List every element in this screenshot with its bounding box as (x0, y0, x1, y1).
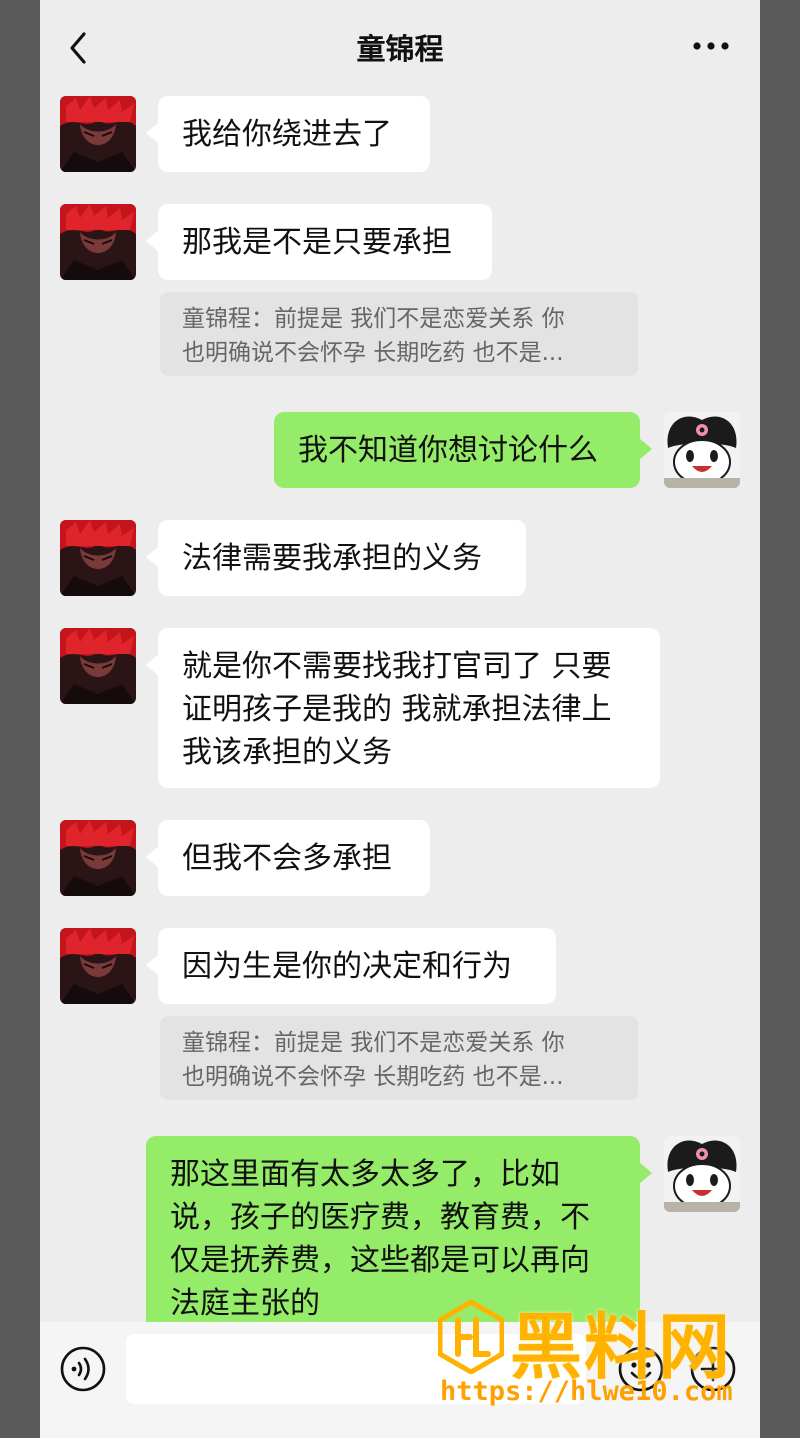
quote-line: 童锦程：前提是 我们不是恋爱关系 你 (182, 1030, 565, 1056)
chat-header: 童锦程 (40, 0, 760, 96)
message-bubble[interactable]: 法律需要我承担的义务 (146, 520, 526, 596)
contact-avatar[interactable] (60, 820, 136, 896)
message-text: 我不知道你想讨论什么 (298, 433, 598, 468)
message-bubble[interactable]: 但我不会多承担 (146, 820, 430, 896)
voice-icon[interactable] (60, 1346, 106, 1392)
contact-avatar[interactable] (60, 96, 136, 172)
self-avatar[interactable] (664, 1136, 740, 1212)
message-line: 说，孩子的医疗费，教育费，不 (170, 1200, 590, 1235)
message-line: 仅是抚养费，这些都是可以再向 (170, 1243, 590, 1278)
contact-avatar[interactable] (60, 628, 136, 704)
contact-avatar[interactable] (60, 928, 136, 1004)
chat-screen: 童锦程 我给你绕进去了 那我是不是只要承担 童锦程：前提是 我们不是恋爱关系 你… (40, 0, 760, 1438)
quote-line: 童锦程：前提是 我们不是恋爱关系 你 (182, 306, 565, 332)
contact-avatar[interactable] (60, 204, 136, 280)
message-text: 法律需要我承担的义务 (182, 541, 482, 576)
watermark-logo-icon (438, 1300, 504, 1374)
message-bubble[interactable]: 那我是不是只要承担 (146, 204, 492, 280)
watermark-url: https://hlwe10.com (440, 1376, 733, 1407)
quote-line: 也明确说不会怀孕 长期吃药 也不是... (182, 340, 564, 366)
message-bubble[interactable]: 我给你绕进去了 (146, 96, 430, 172)
chat-title: 童锦程 (356, 32, 444, 66)
contact-avatar[interactable] (60, 520, 136, 596)
message-line: 那这里面有太多太多了，比如 (170, 1157, 560, 1192)
message-line: 我该承担的义务 (182, 735, 392, 770)
message-text: 但我不会多承担 (182, 841, 392, 876)
quote-line: 也明确说不会怀孕 长期吃药 也不是... (182, 1064, 564, 1090)
quoted-reply[interactable]: 童锦程：前提是 我们不是恋爱关系 你 也明确说不会怀孕 长期吃药 也不是... (160, 1016, 638, 1100)
watermark: 黑料网 https://hlwe10.com (438, 1292, 764, 1410)
message-line: 证明孩子是我的 我就承担法律上 (182, 692, 612, 727)
message-bubble[interactable]: 因为生是你的决定和行为 (146, 928, 556, 1004)
message-text: 那我是不是只要承担 (182, 225, 452, 260)
message-bubble-outgoing[interactable]: 我不知道你想讨论什么 (274, 412, 652, 488)
self-avatar[interactable] (664, 412, 740, 488)
message-line: 就是你不需要找我打官司了 只要 (182, 649, 612, 684)
message-text: 因为生是你的决定和行为 (182, 949, 512, 984)
message-text: 我给你绕进去了 (182, 117, 392, 152)
message-bubble[interactable]: 就是你不需要找我打官司了 只要 证明孩子是我的 我就承担法律上 我该承担的义务 (146, 628, 660, 788)
more-dots-icon[interactable] (690, 34, 732, 58)
quoted-reply[interactable]: 童锦程：前提是 我们不是恋爱关系 你 也明确说不会怀孕 长期吃药 也不是... (160, 292, 638, 376)
